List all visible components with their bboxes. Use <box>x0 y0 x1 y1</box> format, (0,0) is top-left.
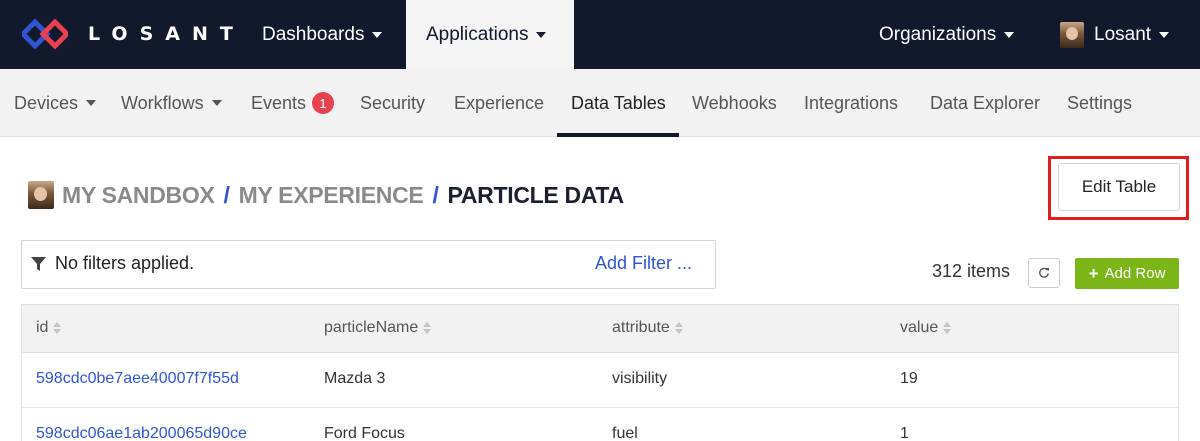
add-filter-link[interactable]: Add Filter ... <box>595 253 692 274</box>
subnav-events-label: Events <box>251 92 307 113</box>
active-tab-indicator <box>557 133 679 137</box>
subnav-workflows-label: Workflows <box>121 92 204 113</box>
breadcrumb-sandbox-link[interactable]: MY SANDBOX <box>62 182 215 209</box>
sort-icon <box>674 322 683 334</box>
column-header-attribute[interactable]: attribute <box>612 319 683 337</box>
subnav-experience[interactable]: Experience <box>454 69 544 137</box>
row-id-link[interactable]: 598cdc0be7aee40007f7f55d <box>36 370 239 388</box>
chevron-down-icon <box>211 100 222 106</box>
subnav-data-tables-label: Data Tables <box>571 92 666 113</box>
subnav-integrations[interactable]: Integrations <box>804 69 898 137</box>
filter-status-text: No filters applied. <box>55 253 195 273</box>
breadcrumb-current-page: PARTICLE DATA <box>447 181 625 208</box>
sandbox-avatar <box>28 181 54 209</box>
items-count: 312 items <box>932 261 1011 281</box>
nav-dashboards[interactable]: Dashboards <box>262 0 383 69</box>
nav-user-menu[interactable]: Losant <box>1060 0 1170 69</box>
subnav-webhooks-label: Webhooks <box>692 92 777 113</box>
subnav-devices[interactable]: Devices <box>14 69 97 137</box>
brand-logo[interactable]: LOSANT <box>22 18 245 50</box>
subnav-devices-label: Devices <box>14 92 79 113</box>
breadcrumb-experience-link[interactable]: MY EXPERIENCE <box>239 182 424 209</box>
subnav-events[interactable]: Events 1 <box>251 69 335 137</box>
refresh-icon <box>1039 267 1049 278</box>
table-row: 598cdc06ae1ab200065d90ce Ford Focus fuel… <box>22 408 1178 441</box>
nav-organizations[interactable]: Organizations <box>879 0 1015 69</box>
row-attribute: fuel <box>612 425 638 441</box>
breadcrumb-separator: / <box>223 181 230 208</box>
add-row-button[interactable]: + Add Row <box>1075 258 1179 289</box>
row-attribute: visibility <box>612 370 668 387</box>
column-header-label: attribute <box>612 319 670 336</box>
chevron-down-icon <box>1004 31 1015 38</box>
breadcrumb-separator: / <box>432 181 439 208</box>
user-avatar <box>1060 21 1084 48</box>
subnav-security-label: Security <box>360 92 426 113</box>
sort-icon <box>423 322 432 334</box>
application-subnav: Devices Workflows Events 1 Security Expe… <box>0 69 1200 137</box>
data-table: id particleName attribute value 598cdc0b… <box>21 304 1179 441</box>
subnav-data-explorer[interactable]: Data Explorer <box>930 69 1040 137</box>
row-id-link[interactable]: 598cdc06ae1ab200065d90ce <box>36 425 247 441</box>
subnav-settings-label: Settings <box>1067 92 1133 113</box>
nav-applications-label: Applications <box>426 23 529 45</box>
sort-icon <box>943 322 952 334</box>
row-value: 1 <box>900 425 909 441</box>
subnav-data-explorer-label: Data Explorer <box>930 92 1041 113</box>
sort-icon <box>53 322 62 334</box>
subnav-workflows[interactable]: Workflows <box>121 69 222 137</box>
nav-dashboards-label: Dashboards <box>262 23 365 45</box>
subnav-data-tables[interactable]: Data Tables <box>571 69 666 137</box>
plus-icon: + <box>1088 263 1099 283</box>
table-header: id particleName attribute value <box>22 305 1178 353</box>
edit-table-button[interactable]: Edit Table <box>1058 163 1180 211</box>
chevron-down-icon <box>1159 31 1170 38</box>
table-row: 598cdc0be7aee40007f7f55d Mazda 3 visibil… <box>22 353 1178 408</box>
chevron-down-icon <box>86 100 97 106</box>
column-header-value[interactable]: value <box>900 319 952 337</box>
filter-icon <box>31 257 46 271</box>
top-navbar: LOSANT Dashboards Applications Organizat… <box>0 0 1200 69</box>
filter-bar: No filters applied. Add Filter ... <box>21 240 716 289</box>
chevron-down-icon <box>536 31 547 38</box>
subnav-experience-label: Experience <box>454 92 545 113</box>
column-header-label: value <box>900 319 939 336</box>
chevron-down-icon <box>372 31 383 38</box>
row-value: 19 <box>900 370 918 387</box>
events-count-badge: 1 <box>312 92 335 114</box>
subnav-settings[interactable]: Settings <box>1067 69 1132 137</box>
add-row-label: Add Row <box>1104 265 1166 282</box>
subnav-webhooks[interactable]: Webhooks <box>692 69 777 137</box>
column-header-id[interactable]: id <box>36 319 62 337</box>
row-particle-name: Mazda 3 <box>324 370 386 387</box>
column-header-label: particleName <box>324 319 419 336</box>
column-header-label: id <box>36 319 49 336</box>
brand-name: LOSANT <box>88 23 245 45</box>
breadcrumb: MY SANDBOX / MY EXPERIENCE / PARTICLE DA… <box>28 178 624 212</box>
losant-logo-icon <box>22 18 68 50</box>
refresh-button[interactable] <box>1028 258 1060 288</box>
nav-user-label: Losant <box>1094 23 1152 45</box>
column-header-particlename[interactable]: particleName <box>324 319 432 337</box>
nav-applications[interactable]: Applications <box>406 0 574 69</box>
row-particle-name: Ford Focus <box>324 425 405 441</box>
nav-organizations-label: Organizations <box>879 23 997 45</box>
subnav-security[interactable]: Security <box>360 69 425 137</box>
subnav-integrations-label: Integrations <box>804 92 899 113</box>
